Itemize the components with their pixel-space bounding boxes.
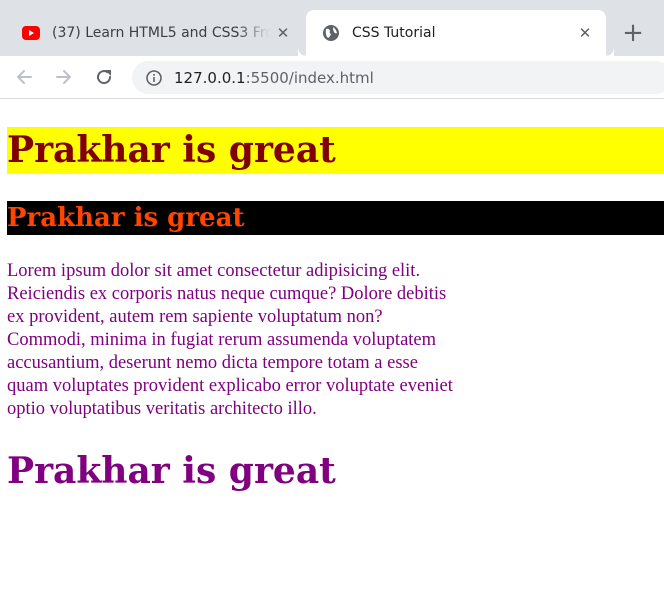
tab-title: CSS Tutorial	[352, 25, 436, 41]
url-text[interactable]: 127.0.0.1:5500/index.html	[174, 69, 374, 87]
tab-title: (37) Learn HTML5 and CSS3 From Scratch	[52, 25, 270, 41]
close-tab-icon[interactable]: ✕	[576, 24, 594, 42]
arrow-right-icon	[55, 68, 73, 86]
paragraph-line: Lorem ipsum dolor sit amet consectetur a…	[7, 261, 421, 281]
reload-button[interactable]	[89, 62, 119, 92]
new-tab-button[interactable]: +	[619, 19, 647, 47]
paragraph-line: optio voluptatibus veritatis architecto …	[7, 399, 317, 419]
address-bar[interactable]: 127.0.0.1:5500/index.html	[132, 61, 664, 94]
url-path: :5500/index.html	[245, 68, 374, 87]
tab-css-tutorial[interactable]: CSS Tutorial ✕	[306, 10, 614, 56]
paragraph-line: quam voluptates provident explicabo erro…	[7, 376, 453, 396]
paragraph-line: Reiciendis ex corporis natus neque cumqu…	[7, 284, 447, 304]
page-heading-2: Prakhar is great	[7, 201, 664, 235]
paragraph-line: ex provident, autem rem sapiente volupta…	[7, 307, 383, 327]
paragraph-line: accusantium, deserunt nemo dicta tempore…	[7, 353, 418, 373]
globe-icon	[322, 24, 340, 42]
youtube-icon	[22, 26, 40, 40]
page-viewport: Prakhar is great Prakhar is great Lorem …	[0, 100, 664, 601]
page-heading-3: Prakhar is great	[7, 450, 336, 492]
info-icon[interactable]	[146, 69, 162, 86]
tab-strip: (37) Learn HTML5 and CSS3 From Scratch ✕…	[0, 0, 664, 56]
tab-youtube[interactable]: (37) Learn HTML5 and CSS3 From Scratch ✕	[8, 10, 304, 56]
page-heading-1: Prakhar is great	[7, 127, 664, 174]
paragraph: Lorem ipsum dolor sit amet consectetur a…	[7, 260, 497, 421]
back-button[interactable]	[9, 62, 39, 92]
arrow-left-icon	[15, 68, 33, 86]
forward-button[interactable]	[49, 62, 79, 92]
reload-icon	[95, 68, 113, 86]
close-tab-icon[interactable]: ✕	[274, 24, 292, 42]
url-host: 127.0.0.1	[174, 68, 246, 87]
browser-toolbar: 127.0.0.1:5500/index.html	[0, 56, 664, 99]
paragraph-line: Commodi, minima in fugiat rerum assumend…	[7, 330, 437, 350]
